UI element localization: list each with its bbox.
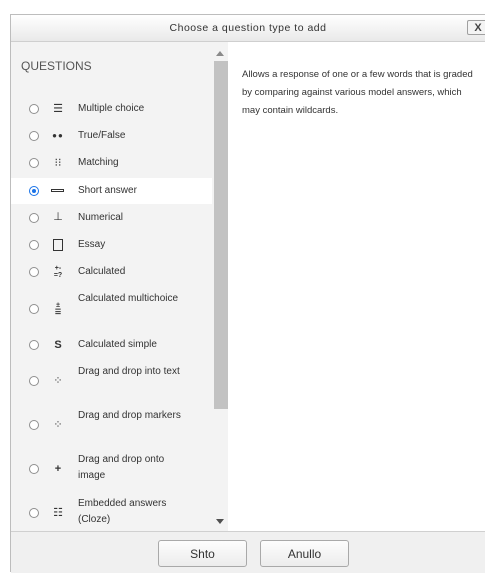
option-label: True/False (78, 130, 126, 141)
radio-button[interactable] (29, 213, 39, 223)
question-option-true-false[interactable]: ●● True/False (11, 123, 212, 150)
scroll-up-arrow-icon[interactable] (216, 51, 224, 56)
calculated-simple-icon: S (54, 339, 62, 351)
multiple-choice-icon: ☰ (53, 103, 63, 115)
scrollbar-thumb[interactable] (214, 61, 228, 409)
list-scrollbar[interactable] (212, 42, 228, 531)
submit-button[interactable]: Shto (158, 540, 247, 567)
option-label: Calculated (78, 266, 126, 277)
calculated-multichoice-icon: ± ☰ (54, 302, 62, 316)
drag-drop-markers-icon: ⁘ (53, 419, 63, 431)
radio-button[interactable] (29, 304, 39, 314)
option-label: Numerical (78, 212, 124, 223)
option-label: Drag and drop into text (78, 366, 180, 377)
radio-button-selected[interactable] (29, 186, 39, 196)
radio-button[interactable] (29, 420, 39, 430)
option-label: Embedded answers (Cloze) (78, 498, 167, 525)
short-answer-icon (50, 184, 66, 198)
matching-icon: ⁝⁝ (54, 157, 62, 169)
essay-icon (50, 238, 66, 252)
option-label: Matching (78, 157, 119, 168)
question-option-drag-drop-markers[interactable]: ⁘ Drag and drop markers (11, 403, 212, 447)
radio-button[interactable] (29, 131, 39, 141)
radio-button[interactable] (29, 508, 39, 518)
question-option-multiple-choice[interactable]: ☰ Multiple choice (11, 96, 212, 123)
radio-button[interactable] (29, 240, 39, 250)
calculated-icon: +- =? (53, 265, 63, 279)
question-type-description: Allows a response of one or a few words … (242, 69, 473, 116)
numerical-icon: ⊥ (53, 211, 63, 223)
question-option-matching[interactable]: ⁝⁝ Matching (11, 150, 212, 177)
close-button[interactable]: X (467, 20, 485, 35)
question-option-calculated-simple[interactable]: S Calculated simple (11, 332, 212, 359)
question-option-numerical[interactable]: ⊥ Numerical (11, 205, 212, 232)
option-label: Calculated multichoice (78, 293, 179, 304)
option-label: Short answer (78, 185, 137, 196)
option-label: Calculated simple (78, 339, 157, 350)
radio-button[interactable] (29, 376, 39, 386)
radio-button[interactable] (29, 464, 39, 474)
option-label: Drag and drop markers (78, 410, 181, 421)
dialog-footer: Shto Anullo (11, 531, 485, 573)
option-label: Multiple choice (78, 103, 145, 114)
drag-drop-text-icon: ⁘ (53, 375, 63, 387)
question-option-calculated[interactable]: +- =? Calculated (11, 259, 212, 286)
question-option-drag-drop-image[interactable]: + Drag and drop onto image (11, 447, 212, 491)
question-option-calculated-multichoice[interactable]: ± ☰ Calculated multichoice (11, 286, 212, 332)
question-option-cloze[interactable]: ☷ Embedded answers (Cloze) (11, 491, 212, 531)
dialog-header: Choose a question type to add X (11, 15, 485, 42)
option-label: Essay (78, 239, 106, 250)
radio-button[interactable] (29, 158, 39, 168)
radio-button[interactable] (29, 104, 39, 114)
question-type-list: QUESTIONS ☰ Multiple choice ●● True/Fals… (11, 42, 228, 531)
question-option-essay[interactable]: Essay (11, 232, 212, 259)
cloze-icon: ☷ (53, 507, 63, 519)
scroll-down-arrow-icon[interactable] (216, 519, 224, 524)
true-false-icon: ●● (52, 131, 64, 140)
option-label: Drag and drop onto image (78, 454, 165, 481)
questions-heading: QUESTIONS (21, 59, 92, 73)
radio-button[interactable] (29, 340, 39, 350)
cancel-button[interactable]: Anullo (260, 540, 349, 567)
question-type-dialog: Choose a question type to add X QUESTION… (10, 14, 485, 573)
drag-drop-image-icon: + (54, 463, 62, 475)
question-option-drag-drop-text[interactable]: ⁘ Drag and drop into text (11, 359, 212, 403)
question-option-short-answer[interactable]: Short answer (11, 178, 212, 204)
dialog-title: Choose a question type to add (169, 22, 327, 34)
radio-button[interactable] (29, 267, 39, 277)
